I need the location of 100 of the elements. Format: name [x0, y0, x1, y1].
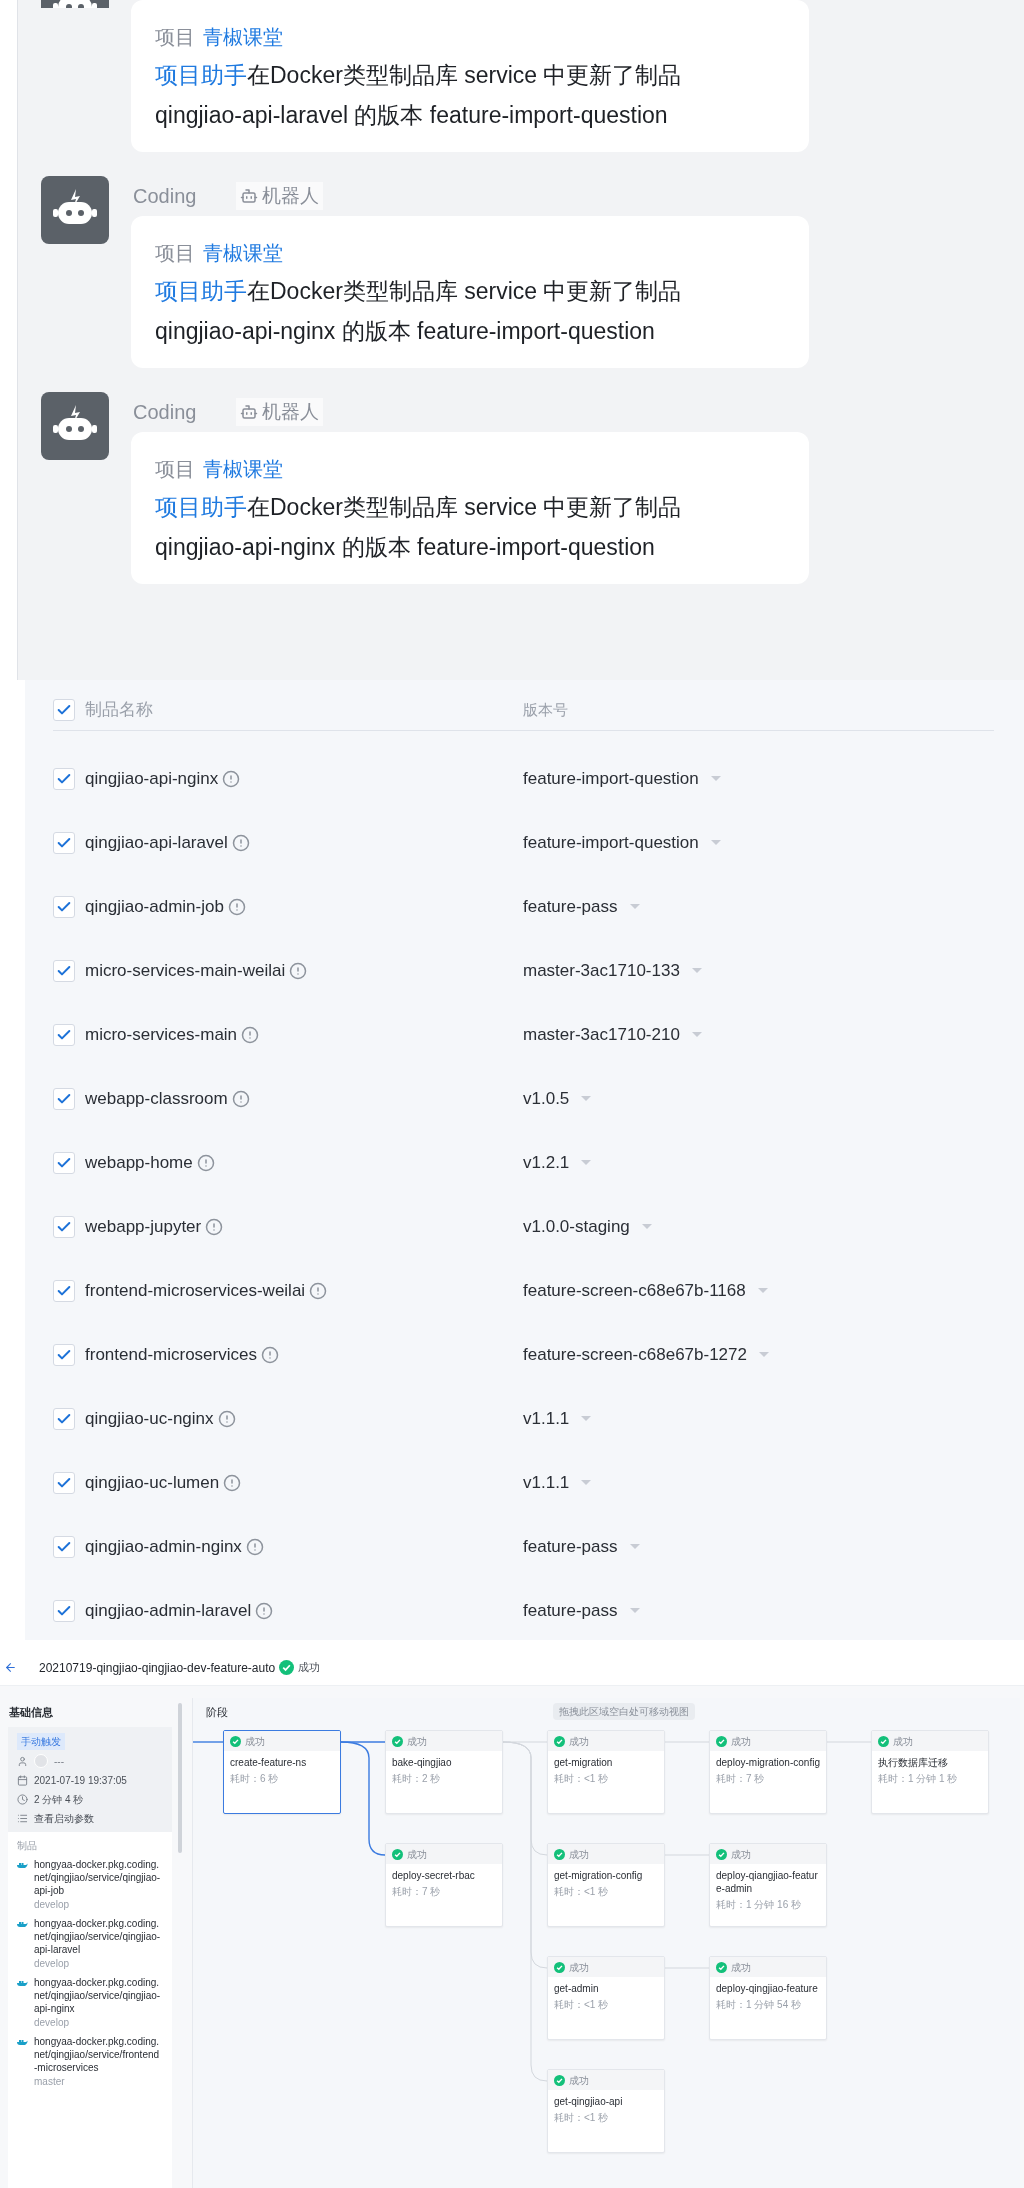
version-select[interactable]: v1.2.1: [523, 1150, 592, 1176]
checkbox[interactable]: [53, 1600, 75, 1622]
stage-status: 成功: [569, 1960, 589, 1975]
version-select[interactable]: master-3ac1710-210: [523, 1022, 702, 1048]
checkbox[interactable]: [53, 1280, 75, 1302]
stage-node[interactable]: 成功 get-migration 耗时：<1 秒: [547, 1730, 665, 1814]
robot-avatar-icon: [41, 176, 109, 244]
stage-name: bake-qingjiao: [392, 1756, 453, 1769]
stage-name: deploy-qingjiao-feature: [716, 1982, 819, 1995]
caret-icon: [581, 1416, 592, 1422]
stage-duration: 耗时：<1 秒: [554, 1772, 610, 1786]
actor-link[interactable]: 项目助手: [155, 490, 247, 524]
back-icon[interactable]: [4, 1661, 17, 1674]
stage-node[interactable]: 成功 get-admin 耗时：<1 秒: [547, 1956, 665, 2040]
info-icon: [245, 1538, 264, 1556]
stage-node[interactable]: 成功 get-qingjiao-api 耗时：<1 秒: [547, 2069, 665, 2153]
version-select[interactable]: feature-import-question: [523, 830, 721, 856]
message-text: qingjiao-api-nginx 的版本 feature-import-question: [155, 533, 656, 562]
canvas-hint: 拖拽此区域空白处可移动视图: [553, 1703, 695, 1720]
checkbox[interactable]: [53, 1024, 75, 1046]
stage-node[interactable]: 成功 deploy-qingjiao-feature 耗时：1 分钟 54 秒: [709, 1956, 827, 2040]
whale-icon: [17, 1861, 28, 1869]
section-label: 制品: [17, 1838, 38, 1853]
artifact-name: qingjiao-uc-nginx: [85, 1408, 214, 1431]
robot-icon: [240, 187, 259, 205]
checkbox[interactable]: [53, 1216, 75, 1238]
stage-status: 成功: [569, 1734, 589, 1749]
version-select[interactable]: feature-pass: [523, 1598, 640, 1624]
checkbox[interactable]: [53, 896, 75, 918]
calendar-icon: [17, 1774, 28, 1786]
info-icon: [196, 1154, 215, 1172]
success-icon: [392, 1735, 403, 1747]
info-icon: [217, 1410, 236, 1428]
stage-node[interactable]: 成功 create-feature-ns 耗时：6 秒: [223, 1730, 341, 1814]
checkbox[interactable]: [53, 1344, 75, 1366]
checkbox[interactable]: [53, 1152, 75, 1174]
stage-node[interactable]: 成功 deploy-migration-config 耗时：7 秒: [709, 1730, 827, 1814]
caret-icon: [629, 1608, 640, 1614]
artifact-name: webapp-home: [85, 1152, 193, 1175]
checkbox[interactable]: [53, 699, 75, 721]
stage-duration: 耗时：1 分钟 16 秒: [716, 1898, 803, 1912]
project-link[interactable]: 青椒课堂: [203, 238, 283, 268]
stage-name: get-qingjiao-api: [554, 2095, 624, 2108]
checkbox[interactable]: [53, 960, 75, 982]
actor-link[interactable]: 项目助手: [155, 58, 247, 92]
version-select[interactable]: feature-screen-c68e67b-1168: [523, 1278, 768, 1304]
stage-node[interactable]: 成功 get-migration-config 耗时：<1 秒: [547, 1843, 665, 1927]
connector: [193, 1741, 224, 1743]
info-icon: [241, 1026, 260, 1044]
params-link[interactable]: 查看启动参数: [34, 1810, 94, 1826]
stage-duration: 耗时：<1 秒: [554, 1998, 610, 2012]
artifact-name: qingjiao-uc-lumen: [85, 1472, 220, 1495]
project-link[interactable]: 青椒课堂: [203, 454, 283, 484]
version-select[interactable]: master-3ac1710-133: [523, 958, 702, 984]
artifact-path: hongyaa-docker.pkg.coding.net/qingjiao/service/frontend-microservices: [34, 2034, 161, 2074]
stage-node[interactable]: 成功 deploy-secret-rbac 耗时：7 秒: [385, 1843, 503, 1927]
user-name: ---: [54, 1754, 64, 1769]
stage-node[interactable]: 成功 bake-qingjiao 耗时：2 秒: [385, 1730, 503, 1814]
version-select[interactable]: v1.0.0-staging: [523, 1214, 652, 1240]
branch-name: develop: [34, 2015, 71, 2030]
success-icon: [716, 1961, 727, 1973]
stage-name: create-feature-ns: [230, 1756, 308, 1769]
scrollbar[interactable]: [178, 1703, 182, 1853]
start-time: 2021-07-19 19:37:05: [34, 1773, 127, 1788]
success-icon: [279, 1660, 295, 1675]
success-icon: [230, 1735, 241, 1747]
version-select[interactable]: feature-import-question: [523, 766, 721, 792]
checkbox[interactable]: [53, 1536, 75, 1558]
project-label: 项目: [155, 25, 195, 50]
version-select[interactable]: v1.0.5: [523, 1086, 592, 1112]
success-icon: [878, 1735, 889, 1747]
stage-node[interactable]: 成功 执行数据库迁移 耗时：1 分钟 1 秒: [871, 1730, 989, 1814]
version-select[interactable]: v1.1.1: [523, 1406, 592, 1432]
trigger-tag: 手动触发: [17, 1732, 65, 1750]
caret-icon: [759, 1352, 769, 1358]
caret-icon: [629, 904, 640, 910]
checkbox[interactable]: [53, 1088, 75, 1110]
checkbox[interactable]: [53, 1408, 75, 1430]
stage-node[interactable]: 成功 deploy-qiangjiao-feature-admin 耗时：1 分钟 16 秒: [709, 1843, 827, 1927]
caret-icon: [710, 840, 721, 846]
branch-name: develop: [34, 1956, 71, 1971]
column-header: 制品名称: [85, 699, 154, 722]
info-icon: [309, 1282, 328, 1300]
caret-icon: [581, 1096, 592, 1102]
whale-icon: [17, 2038, 28, 2046]
checkbox[interactable]: [53, 832, 75, 854]
project-link[interactable]: 青椒课堂: [203, 22, 283, 52]
branch-name: master: [34, 2074, 66, 2089]
checkbox[interactable]: [53, 1472, 75, 1494]
checkbox[interactable]: [53, 768, 75, 790]
whale-icon: [17, 1920, 28, 1928]
stage-status: 成功: [893, 1734, 913, 1749]
caret-icon: [691, 968, 702, 974]
info-icon: [231, 1090, 250, 1108]
actor-link[interactable]: 项目助手: [155, 274, 247, 308]
stage-name: get-migration: [554, 1756, 614, 1769]
version-select[interactable]: feature-pass: [523, 1534, 640, 1560]
version-select[interactable]: v1.1.1: [523, 1470, 592, 1496]
version-select[interactable]: feature-screen-c68e67b-1272: [523, 1342, 769, 1368]
version-select[interactable]: feature-pass: [523, 894, 640, 920]
